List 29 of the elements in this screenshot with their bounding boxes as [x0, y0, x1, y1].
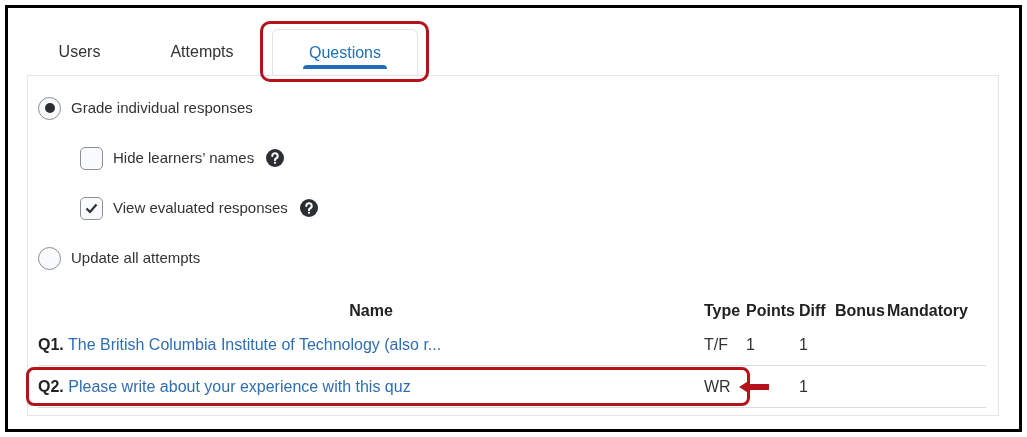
column-header: Mandatory	[887, 301, 969, 321]
option-label: Grade individual responses	[71, 97, 253, 118]
table-cell-text: 1	[746, 334, 755, 355]
question-number: Q2.	[38, 377, 64, 395]
option-label: Hide learners’ names	[113, 147, 255, 168]
radio-button[interactable]	[38, 96, 61, 120]
table-cell-text: 1	[799, 376, 809, 397]
column-header: Points	[746, 301, 796, 321]
tab[interactable]: Attempts	[132, 29, 272, 75]
column-header: Bonus	[835, 301, 886, 321]
table-cell-text: T/F	[704, 334, 729, 355]
column-header: Type	[704, 301, 742, 321]
help-icon[interactable]	[299, 199, 318, 217]
table-cell-text: 1	[799, 334, 809, 355]
table-cell-text: WR	[704, 376, 732, 397]
checkbox[interactable]	[80, 146, 103, 170]
checkbox[interactable]	[80, 196, 103, 220]
question-number: Q1.	[38, 335, 64, 353]
help-icon[interactable]	[266, 149, 285, 167]
question-link[interactable]: Please write about your experience with this quz	[68, 377, 411, 395]
option-label: View evaluated responses	[113, 197, 288, 218]
tab[interactable]: Users	[27, 29, 132, 75]
question-link[interactable]: The British Columbia Institute of Technology (also r...	[67, 335, 442, 353]
tab[interactable]: Questions	[272, 29, 418, 75]
column-header: Name	[348, 301, 394, 321]
radio-button[interactable]	[38, 246, 61, 270]
column-header: Diff	[799, 301, 827, 321]
option-label: Update all attempts	[71, 247, 201, 268]
checkmark-icon	[85, 202, 98, 214]
